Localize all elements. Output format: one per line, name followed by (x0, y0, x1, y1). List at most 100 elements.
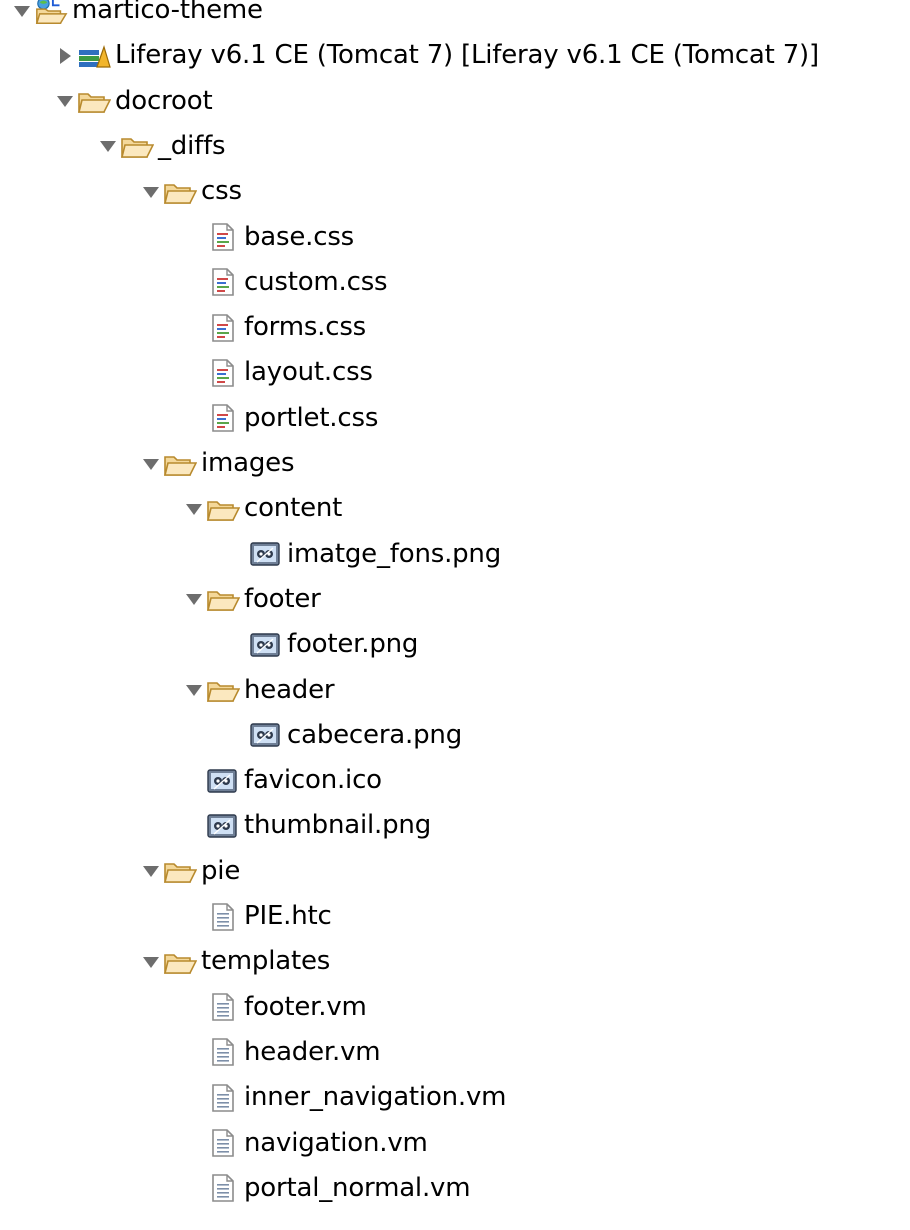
text-file-icon (206, 1081, 240, 1115)
expanded-arrow-icon[interactable] (12, 1, 32, 21)
tree-item-pie[interactable]: pie (141, 849, 240, 894)
tree-item-label: forms.css (244, 312, 367, 343)
tree-item-label: inner_navigation.vm (244, 1082, 507, 1113)
image-file-icon (206, 809, 240, 843)
tree-item-label: footer.png (287, 629, 419, 660)
tree-item-label: footer.vm (244, 991, 367, 1022)
tree-item-label: Liferay v6.1 CE (Tomcat 7) [Liferay v6.1… (115, 40, 819, 71)
tree-item-layout-css[interactable]: layout.css (184, 350, 373, 395)
tree-item-pie-htc[interactable]: PIE.htc (184, 894, 332, 939)
tree-item-images[interactable]: images (141, 441, 295, 486)
tree-item-label: portal_normal.vm (244, 1172, 471, 1203)
tree-item-label: PIE.htc (244, 901, 332, 931)
tree-item-label: favicon.ico (244, 765, 382, 796)
tree-item-label: custom.css (244, 266, 388, 297)
tree-item-label: portlet.css (244, 402, 379, 433)
tree-item-cabecera-png[interactable]: cabecera.png (227, 713, 462, 758)
tree-item-custom-css[interactable]: custom.css (184, 260, 388, 305)
folder-icon (206, 673, 240, 707)
tree-item-imatge-fons-png[interactable]: imatge_fons.png (227, 532, 501, 577)
tree-item-forms-css[interactable]: forms.css (184, 305, 366, 350)
collapsed-arrow-icon[interactable] (55, 46, 75, 66)
tree-item-inner-navigation-vm[interactable]: inner_navigation.vm (184, 1075, 507, 1120)
text-file-icon (206, 1126, 240, 1160)
tree-item-label: docroot (115, 85, 213, 116)
image-file-icon (249, 537, 283, 571)
css-file-icon (206, 311, 240, 345)
text-file-icon (206, 900, 240, 934)
folder-icon (163, 945, 197, 979)
tree-item-css[interactable]: css (141, 169, 242, 214)
tree-item-label: pie (201, 855, 241, 886)
tree-item-footer-png[interactable]: footer.png (227, 622, 418, 667)
tree-item-portlet-css[interactable]: portlet.css (184, 396, 378, 441)
expanded-arrow-icon[interactable] (141, 454, 161, 474)
tree-item-liferay-runtime[interactable]: Liferay v6.1 CE (Tomcat 7) [Liferay v6.1… (55, 33, 819, 78)
tree-item-footer[interactable]: footer (184, 577, 321, 622)
tree-item-base-css[interactable]: base.css (184, 215, 354, 260)
tree-item-docroot[interactable]: docroot (55, 79, 213, 124)
expanded-arrow-icon[interactable] (141, 952, 161, 972)
css-file-icon (206, 356, 240, 390)
tree-item-label: thumbnail.png (244, 810, 431, 841)
folder-icon (206, 492, 240, 526)
expanded-arrow-icon[interactable] (184, 680, 204, 700)
tree-item-navigation-vm[interactable]: navigation.vm (184, 1121, 428, 1166)
tree-item-label: content (244, 493, 343, 524)
tree-item-header[interactable]: header (184, 668, 335, 713)
tree-item-label: header.vm (244, 1036, 381, 1067)
folder-icon (120, 129, 154, 163)
folder-icon (163, 175, 197, 209)
expanded-arrow-icon[interactable] (184, 499, 204, 519)
tree-item-label: imatge_fons.png (287, 538, 502, 569)
tree-item-label: cabecera.png (287, 719, 462, 750)
expanded-arrow-icon[interactable] (55, 91, 75, 111)
tree-item-favicon-ico[interactable]: favicon.ico (184, 758, 382, 803)
tree-item-label: navigation.vm (244, 1127, 428, 1158)
tree-item-thumbnail-png[interactable]: thumbnail.png (184, 803, 431, 848)
css-file-icon (206, 401, 240, 435)
tree-item-portal-normal-vm[interactable]: portal_normal.vm (184, 1166, 471, 1211)
tree-item-content[interactable]: content (184, 486, 342, 531)
css-file-icon (206, 265, 240, 299)
image-file-icon (249, 628, 283, 662)
image-file-icon (249, 718, 283, 752)
text-file-icon (206, 1035, 240, 1069)
tree-item-diffs[interactable]: _diffs (98, 124, 226, 169)
tree-item-label: header (244, 674, 335, 705)
project-explorer-tree: martico-theme Liferay v6.1 CE (Tomcat 7) … (0, 0, 910, 1230)
expanded-arrow-icon[interactable] (141, 861, 161, 881)
tree-item-martico-theme[interactable]: martico-theme (12, 0, 263, 33)
folder-icon (163, 854, 197, 888)
liferay-project-icon (34, 0, 68, 28)
tree-item-label: css (201, 176, 242, 207)
tree-item-footer-vm[interactable]: footer.vm (184, 985, 367, 1030)
tree-item-label: _diffs (158, 130, 226, 161)
text-file-icon (206, 990, 240, 1024)
expanded-arrow-icon[interactable] (184, 589, 204, 609)
tree-item-label: layout.css (244, 357, 373, 388)
expanded-arrow-icon[interactable] (98, 136, 118, 156)
tree-item-label: images (201, 448, 295, 478)
tree-item-templates[interactable]: templates (141, 939, 330, 984)
expanded-arrow-icon[interactable] (141, 182, 161, 202)
tree-item-header-vm[interactable]: header.vm (184, 1030, 381, 1075)
tree-item-label: footer (244, 583, 321, 614)
library-icon (77, 39, 111, 73)
folder-icon (77, 84, 111, 118)
image-file-icon (206, 764, 240, 798)
